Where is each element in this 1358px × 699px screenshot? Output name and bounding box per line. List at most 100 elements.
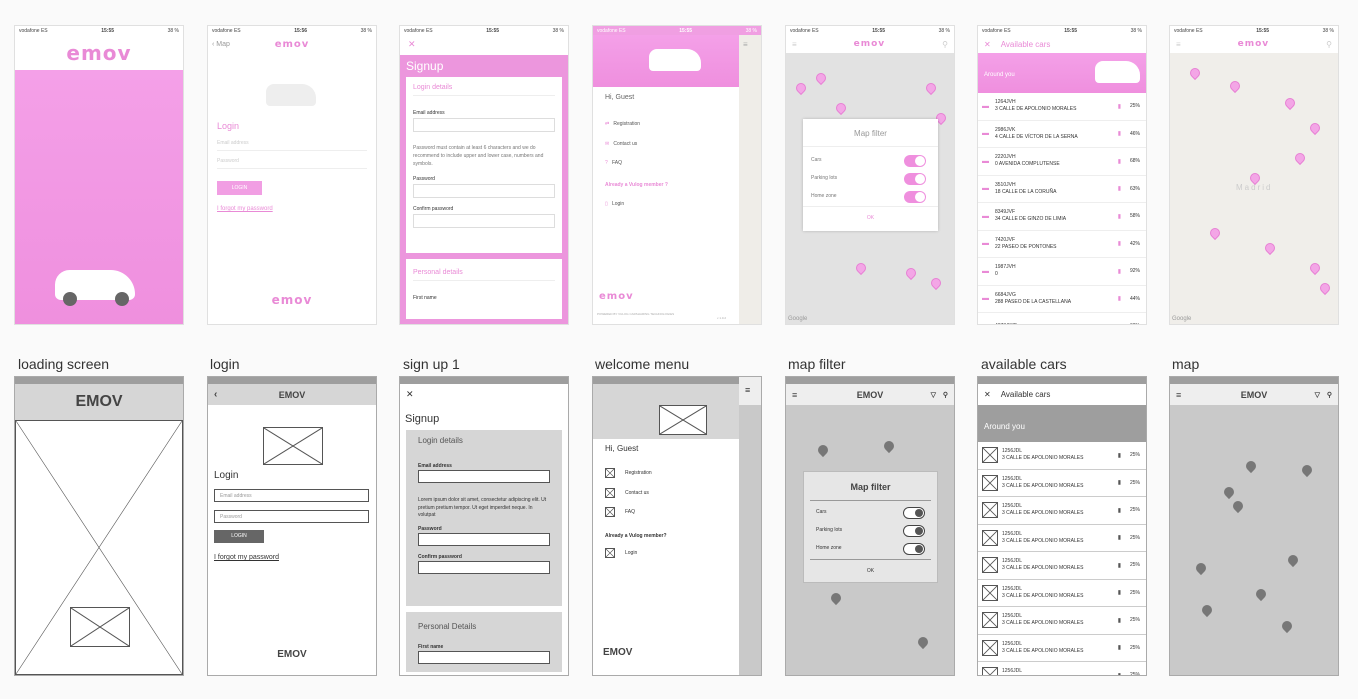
password-input[interactable] [413,184,555,198]
cars-toggle[interactable] [904,155,926,167]
menu-registration[interactable]: ⇄ Registration [605,121,640,127]
hamburger-icon[interactable]: ≡ [743,40,748,49]
car-list-item[interactable]: 1256JDL3 CALLE DE APOLONIO MORALES ▮ 25% [978,525,1146,552]
email-input[interactable]: Email address [217,140,367,151]
car-list-item[interactable]: ▬ 7420JVF 22 PASEO DE PONTONES ▮ 42% [978,231,1146,258]
forgot-password-link[interactable]: I forgot my password [217,206,273,212]
car-pin[interactable] [1307,260,1323,276]
car-list-item[interactable]: ▬ 2220JVH 0 AVENIDA COMPLUTENSE ▮ 68% [978,148,1146,176]
menu-faq[interactable]: ? FAQ [605,160,622,166]
back-button[interactable]: ‹ Map [212,41,230,48]
car-pin[interactable] [815,442,831,458]
car-pin[interactable] [928,275,944,291]
back-icon[interactable]: ‹ [214,389,217,400]
hamburger-icon[interactable]: ≡ [792,390,797,400]
car-list-item[interactable]: 1256JDL3 CALLE DE APOLONIO MORALES ▮ 25% [978,470,1146,497]
car-pin[interactable] [881,438,897,454]
menu-registration[interactable]: Registration [605,468,652,478]
map-area[interactable]: Madrid [1170,53,1338,324]
first-name-input[interactable] [418,651,550,664]
car-list-item[interactable]: ▬ 6684JVG 288 PASEO DE LA CASTELLANA ▮ 44% [978,286,1146,313]
car-pin[interactable] [1292,150,1308,166]
parking-toggle[interactable] [903,525,925,537]
car-pin[interactable] [813,70,829,86]
menu-contact[interactable]: Contact us [605,488,649,498]
car-pin[interactable] [903,265,919,281]
menu-login[interactable]: ▯ Login [605,201,624,207]
confirm-password-input[interactable] [413,214,555,228]
ok-button[interactable]: OK [810,559,931,574]
email-input[interactable] [418,470,550,483]
car-pin[interactable] [1282,95,1298,111]
forgot-password-link[interactable]: I forgot my password [214,554,279,561]
car-list-item[interactable]: 1256JDL3 CALLE DE APOLONIO MORALES ▮ 25% [978,635,1146,662]
close-icon[interactable]: ✕ [984,390,991,399]
close-icon[interactable]: ✕ [406,389,414,400]
login-button[interactable]: LOGIN [217,181,262,195]
car-pin[interactable] [1307,120,1323,136]
menu-login[interactable]: Login [605,548,637,558]
car-list-item[interactable]: ▬ 8349JVF 34 CALLE DE GINZO DE LIMIA ▮ 58% [978,203,1146,231]
map-area[interactable] [1170,405,1338,675]
car-list-item[interactable]: ▬ 1264JVH 3 CALLE DE APOLONIO MORALES ▮ 25% [978,93,1146,121]
filter-parking: Parking lots [804,523,937,541]
car-plate: 1264JVH [995,99,1016,106]
car-list-item[interactable]: 1256JDL3 CALLE DE APOLONIO MORALES ▮ 25% [978,552,1146,580]
car-pin[interactable] [1207,225,1223,241]
hamburger-icon[interactable]: ≡ [745,385,750,395]
car-pin[interactable] [1285,552,1301,568]
menu-faq[interactable]: FAQ [605,507,635,517]
car-list-item[interactable]: 1256JDL3 CALLE DE APOLONIO MORALES ▮ 25% [978,497,1146,525]
password-input[interactable]: Password [217,158,367,169]
car-list-item[interactable]: 1256JDL3 CALLE DE APOLONIO MORALES ▮ 25% [978,442,1146,470]
car-pin[interactable] [1187,65,1203,81]
password-input[interactable] [418,532,550,546]
car-pin[interactable] [1230,498,1246,514]
home-zone-toggle[interactable] [903,543,925,555]
ok-button[interactable]: OK [803,207,938,221]
filter-icon[interactable]: ▽ [931,391,936,399]
hamburger-icon[interactable]: ≡ [1176,40,1181,49]
confirm-password-input[interactable] [418,560,550,574]
car-list-item[interactable]: ▬ 3510JVH 18 CALLE DE LA CORUÑA ▮ 63% [978,176,1146,203]
car-pin[interactable] [1199,602,1215,618]
parking-toggle[interactable] [904,173,926,185]
car-pin[interactable] [1262,240,1278,256]
car-pin[interactable] [1221,484,1237,500]
car-list-item[interactable]: 1256JDL3 CALLE DE APOLONIO MORALES ▮ 25% [978,662,1146,675]
car-list-item[interactable]: ▬ 2986JVK 4 CALLE DE VÍCTOR DE LA SERNA ▮ 46… [978,121,1146,148]
car-pin[interactable] [1253,586,1269,602]
menu-contact[interactable]: ✉ Contact us [605,141,637,147]
filter-icon[interactable]: ⚲ [1326,40,1332,49]
car-pin[interactable] [1317,280,1333,296]
cars-toggle[interactable] [903,507,925,519]
close-icon[interactable]: ✕ [984,40,991,49]
search-icon[interactable]: ⚲ [943,391,948,399]
login-button[interactable]: LOGIN [214,530,264,543]
car-pin[interactable] [1299,462,1315,478]
home-zone-toggle[interactable] [904,191,926,203]
hamburger-icon[interactable]: ≡ [792,40,797,49]
car-list-item[interactable]: ▬ 1987JVH 0 ▮ 92% [978,258,1146,286]
car-pin[interactable] [1243,458,1259,474]
car-pin[interactable] [853,260,869,276]
car-list-item[interactable]: ▬ 4373JWR ▮ 60% [978,313,1146,324]
email-input[interactable]: Email address [214,489,369,502]
car-pin[interactable] [833,100,849,116]
close-icon[interactable]: ✕ [408,39,416,50]
filter-icon[interactable]: ⚲ [942,40,948,49]
car-pin[interactable] [1227,78,1243,94]
hamburger-icon[interactable]: ≡ [1176,390,1181,400]
search-icon[interactable]: ⚲ [1327,391,1332,399]
car-list-item[interactable]: 1256JDL3 CALLE DE APOLONIO MORALES ▮ 25% [978,607,1146,635]
filter-icon[interactable]: ▽ [1315,391,1320,399]
car-pin[interactable] [793,80,809,96]
car-pin[interactable] [923,80,939,96]
password-input[interactable]: Password [214,510,369,523]
car-list-item[interactable]: 1256JDL3 CALLE DE APOLONIO MORALES ▮ 25% [978,580,1146,607]
car-pin[interactable] [1279,618,1295,634]
car-pin[interactable] [915,634,931,650]
email-input[interactable] [413,118,555,132]
car-pin[interactable] [828,590,844,606]
car-pin[interactable] [1193,560,1209,576]
